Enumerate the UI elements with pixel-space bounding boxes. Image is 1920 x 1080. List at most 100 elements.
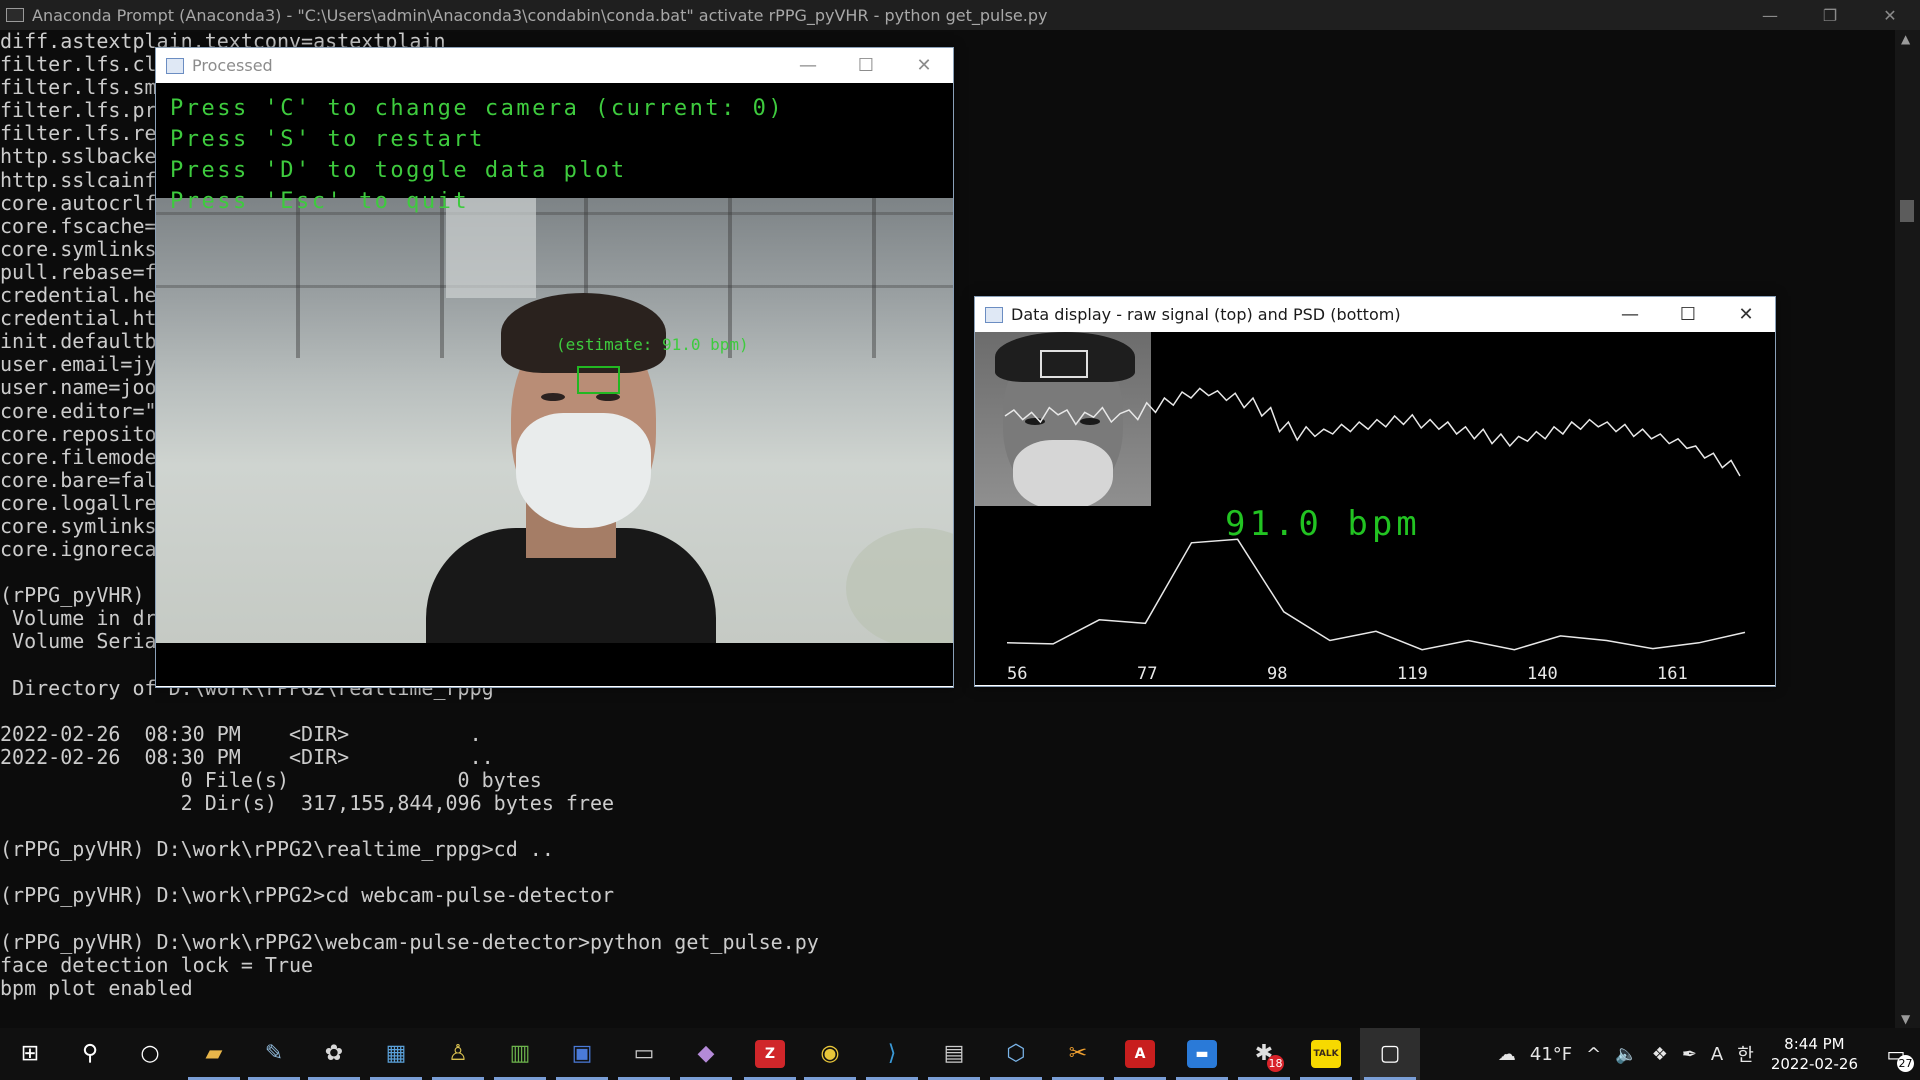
minimize-button[interactable]: —: [1740, 0, 1800, 30]
vscode-icon: ⟩: [887, 1041, 897, 1066]
psd-line: [1006, 538, 1746, 651]
scroll-up-icon[interactable]: ▲: [1901, 32, 1910, 46]
taskbar-start-button[interactable]: ⊞: [0, 1028, 60, 1080]
console-titlebar[interactable]: Anaconda Prompt (Anaconda3) - "C:\Users\…: [0, 0, 1920, 30]
console-line: 2022-02-26 08:30 PM <DIR> .: [0, 721, 482, 746]
taskbar-remote-desktop-button[interactable]: ▤: [924, 1028, 984, 1080]
maximize-button[interactable]: ☐: [837, 48, 895, 83]
console-line: bpm plot enabled: [0, 975, 193, 1000]
notification-count: 27: [1897, 1055, 1914, 1072]
close-button[interactable]: ✕: [1717, 297, 1775, 332]
taskbar-tools-app-button[interactable]: ✂: [1048, 1028, 1108, 1080]
console-line: (rPPG_pyVHR) D:\work\rPPG2>cd webcam-pul…: [0, 883, 615, 908]
taskbar-file-explorer-button[interactable]: ▰: [184, 1028, 244, 1080]
ime-icon[interactable]: 한: [1737, 1041, 1754, 1067]
taskbar-reader-app-button[interactable]: ▬: [1172, 1028, 1232, 1080]
taskbar-chart-app-button[interactable]: ▥: [490, 1028, 550, 1080]
bpm-estimate-label: (estimate: 91.0 bpm): [556, 335, 749, 354]
taskbar-network-app-button[interactable]: ▣: [552, 1028, 612, 1080]
temperature[interactable]: 41°F: [1530, 1044, 1572, 1065]
taskbar-cortana-button[interactable]: ○: [120, 1028, 180, 1080]
zotero-icon: Z: [755, 1040, 785, 1068]
taskbar-control-panel-button[interactable]: ▦: [366, 1028, 426, 1080]
taskbar-python-window-button[interactable]: ▢: [1360, 1028, 1420, 1080]
freq-tick: 140: [1527, 664, 1558, 684]
plant: [846, 528, 953, 643]
taskbar-search-button[interactable]: ⚲: [60, 1028, 120, 1080]
chrome-icon: ◉: [820, 1041, 840, 1066]
slack-badge: 18: [1267, 1055, 1284, 1072]
tools-app-icon: ✂: [1068, 1041, 1088, 1066]
clock[interactable]: 8:44 PM 2022-02-26: [1771, 1034, 1858, 1074]
file-explorer-icon: ▰: [205, 1041, 223, 1066]
console-line: 2022-02-26 08:30 PM <DIR> ..: [0, 744, 494, 769]
processed-titlebar[interactable]: Processed — ☐ ✕: [156, 48, 953, 83]
virtualbox-icon: ⬡: [1006, 1041, 1026, 1066]
freq-tick: 98: [1267, 664, 1288, 684]
instruction-change-camera: Press 'C' to change camera (current: 0): [170, 96, 785, 121]
close-button[interactable]: ✕: [895, 48, 953, 83]
taskbar-visual-studio-button[interactable]: ◆: [676, 1028, 736, 1080]
volume-icon[interactable]: 🔈: [1615, 1044, 1637, 1065]
terminal-icon: ▭: [633, 1041, 655, 1066]
notes-icon: ✎: [264, 1041, 284, 1066]
taskbar-slack-button[interactable]: ✱ 18: [1234, 1028, 1294, 1080]
visual-studio-icon: ◆: [697, 1041, 715, 1066]
console-scrollbar[interactable]: ▲ ▼: [1895, 30, 1920, 1028]
taskbar-notes-button[interactable]: ✎: [244, 1028, 304, 1080]
processed-title: Processed: [192, 56, 273, 75]
forehead-roi-box: [577, 366, 620, 394]
taskbar-zotero-button[interactable]: Z: [740, 1028, 800, 1080]
taskbar-vscode-button[interactable]: ⟩: [862, 1028, 922, 1080]
taskbar-paint-app-button[interactable]: ✿: [304, 1028, 364, 1080]
raw-signal-line: [1004, 387, 1741, 477]
console-window-controls: — ❐ ✕: [1740, 0, 1920, 30]
font-a-icon[interactable]: A: [1711, 1044, 1723, 1065]
chevron-up-icon[interactable]: ^: [1586, 1044, 1601, 1065]
processed-window[interactable]: Processed — ☐ ✕ Press 'C' to change came…: [155, 47, 954, 688]
reader-app-icon: ▬: [1187, 1040, 1217, 1068]
freq-tick: 161: [1657, 664, 1688, 684]
console-title: Anaconda Prompt (Anaconda3) - "C:\Users\…: [32, 5, 1048, 25]
opencv-window-icon: [985, 306, 1003, 323]
scroll-thumb[interactable]: [1900, 200, 1914, 222]
data-display-window[interactable]: Data display - raw signal (top) and PSD …: [974, 296, 1776, 687]
dropbox-icon[interactable]: ❖: [1652, 1044, 1668, 1065]
console-line: 2 Dir(s) 317,155,844,096 bytes free: [0, 791, 615, 816]
maximize-button[interactable]: ☐: [1659, 297, 1717, 332]
console-line: (rPPG_pyVHR) D:\work\rPPG2\webcam-pulse-…: [0, 929, 819, 954]
data-canvas[interactable]: 91.0 bpm 56 77 98 119 140 161: [975, 332, 1775, 685]
network-app-icon: ▣: [571, 1041, 593, 1066]
system-tray: ☁ 41°F ^ 🔈 ❖ ✒ A 한 8:44 PM 2022-02-26 ▭ …: [1491, 1028, 1920, 1080]
processed-canvas[interactable]: Press 'C' to change camera (current: 0) …: [156, 83, 953, 686]
bpm-readout: 91.0 bpm: [1225, 504, 1421, 544]
minimize-button[interactable]: —: [779, 48, 837, 83]
clock-time: 8:44 PM: [1784, 1035, 1845, 1053]
freq-tick: 119: [1397, 664, 1428, 684]
taskbar-virtualbox-button[interactable]: ⬡: [986, 1028, 1046, 1080]
taskbar-chrome-button[interactable]: ◉: [800, 1028, 860, 1080]
scroll-down-icon[interactable]: ▼: [1901, 1012, 1910, 1026]
taskbar-terminal-button[interactable]: ▭: [614, 1028, 674, 1080]
remote-desktop-icon: ▤: [943, 1041, 965, 1066]
data-title: Data display - raw signal (top) and PSD …: [1011, 305, 1401, 324]
instructions: Press 'C' to change camera (current: 0) …: [170, 93, 784, 217]
notification-center[interactable]: ▭ 27: [1872, 1028, 1920, 1080]
restore-button[interactable]: ❐: [1800, 0, 1860, 30]
data-titlebar[interactable]: Data display - raw signal (top) and PSD …: [975, 297, 1775, 332]
taskbar-kakaotalk-button[interactable]: TALK: [1296, 1028, 1356, 1080]
pen-icon[interactable]: ✒: [1682, 1044, 1697, 1065]
cortana-icon: ○: [140, 1041, 160, 1066]
anaconda-nav-icon: ♙: [448, 1041, 468, 1066]
console-line: face detection lock = True: [0, 952, 314, 977]
taskbar-acrobat-button[interactable]: A: [1110, 1028, 1170, 1080]
taskbar-anaconda-nav-button[interactable]: ♙: [428, 1028, 488, 1080]
close-button[interactable]: ✕: [1860, 0, 1920, 30]
minimize-button[interactable]: —: [1601, 297, 1659, 332]
freq-tick: 56: [1007, 664, 1028, 684]
weather-icon[interactable]: ☁: [1498, 1044, 1516, 1065]
person-eye-left: [541, 393, 565, 401]
freq-tick: 77: [1137, 664, 1158, 684]
paint-app-icon: ✿: [324, 1041, 344, 1066]
